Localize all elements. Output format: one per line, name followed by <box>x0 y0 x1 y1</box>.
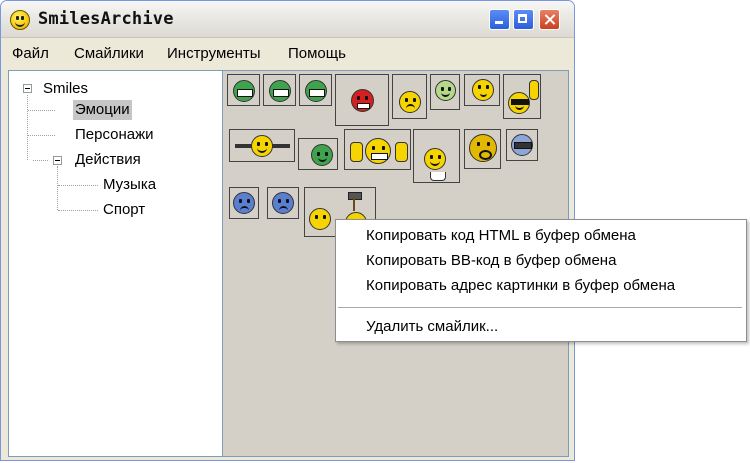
smiley-tile[interactable] <box>464 129 501 169</box>
tree-item-characters[interactable]: Персонажи <box>75 125 154 145</box>
grin-smiley-icon <box>233 80 255 102</box>
sad-smiley-icon <box>272 192 294 214</box>
title-bar[interactable]: SmilesArchive <box>1 1 574 38</box>
tree-item-root[interactable]: Smiles <box>43 79 88 99</box>
tree-line <box>57 166 58 210</box>
ninja-smiley-icon <box>511 134 533 156</box>
smiley-tile[interactable] <box>430 74 460 110</box>
smiley-tile[interactable] <box>229 129 295 162</box>
smiley-tile[interactable] <box>506 129 538 161</box>
menu-help[interactable]: Помощь <box>288 45 346 62</box>
context-menu: Копировать код HTML в буфер обмена Копир… <box>335 219 747 342</box>
minimize-icon[interactable] <box>489 9 510 30</box>
copy-html-code-menu-item[interactable]: Копировать код HTML в буфер обмена <box>366 225 636 247</box>
grin-smiley-icon <box>269 80 291 102</box>
eyeroll-smiley-icon <box>472 79 494 101</box>
cool-smiley-icon <box>508 92 530 114</box>
shocked-smiley-icon <box>469 134 497 162</box>
crying-smiley-icon <box>233 192 255 214</box>
category-tree[interactable]: Smiles Эмоции Персонажи Действия Музыка … <box>8 70 223 457</box>
smiley-tile[interactable] <box>263 74 296 106</box>
tree-line <box>58 210 98 211</box>
tree-line <box>33 160 48 161</box>
tree-item-sport[interactable]: Спорт <box>103 200 145 220</box>
copy-bb-code-menu-item[interactable]: Копировать BB-код в буфер обмена <box>366 250 616 272</box>
hand-gesture-icon <box>529 80 539 100</box>
grin-smiley-icon <box>305 80 327 102</box>
menu-file[interactable]: Файл <box>12 45 49 62</box>
confused-smiley-icon <box>399 91 421 113</box>
tree-item-emotions[interactable]: Эмоции <box>73 100 132 120</box>
smiley-tile[interactable] <box>392 74 427 119</box>
lying-smiley-icon <box>311 144 333 166</box>
delete-smiley-menu-item[interactable]: Удалить смайлик... <box>366 316 498 338</box>
smiley-tile[interactable] <box>503 74 541 119</box>
tree-line <box>28 110 55 111</box>
smiley-tile[interactable] <box>227 74 260 106</box>
hammer-handle-icon <box>353 197 355 211</box>
close-icon[interactable] <box>539 9 560 30</box>
tree-collapse-icon[interactable] <box>53 156 62 165</box>
hammer-smiley-icon <box>309 208 331 230</box>
smiley-tile[interactable] <box>229 187 259 219</box>
hammer-icon <box>348 192 362 200</box>
tree-item-actions[interactable]: Действия <box>75 150 141 170</box>
maximize-icon[interactable] <box>513 9 534 30</box>
smiley-tile[interactable] <box>413 129 460 183</box>
tree-item-music[interactable]: Музыка <box>103 175 156 195</box>
tree-line <box>28 135 55 136</box>
copy-image-url-menu-item[interactable]: Копировать адрес картинки в буфер обмена <box>366 275 675 297</box>
thumb-icon <box>395 142 408 162</box>
smiley-tile[interactable] <box>267 187 299 219</box>
smiley-tile[interactable] <box>344 129 411 170</box>
tree-line <box>58 185 98 186</box>
tree-collapse-icon[interactable] <box>23 84 32 93</box>
smiley-tile[interactable] <box>464 74 500 106</box>
menu-tools[interactable]: Инструменты <box>167 45 261 62</box>
window-title: SmilesArchive <box>38 9 174 29</box>
smiley-tile[interactable] <box>299 74 332 106</box>
walking-smiley-icon <box>424 148 446 170</box>
smiley-tile[interactable] <box>335 74 389 126</box>
menu-smileys[interactable]: Смайлики <box>74 45 144 62</box>
menu-separator <box>338 307 742 308</box>
laughing-smiley-icon <box>251 135 273 157</box>
thumbs-up-smiley-icon <box>365 138 391 164</box>
angry-smiley-icon <box>351 89 374 112</box>
sick-smiley-icon <box>435 80 456 101</box>
thumb-icon <box>350 142 363 162</box>
smiley-tile[interactable] <box>298 138 338 170</box>
smiley-app-icon <box>10 10 30 30</box>
tree-line <box>27 95 28 160</box>
feet-icon <box>430 172 446 181</box>
menu-bar: Файл Смайлики Инструменты Помощь <box>1 38 574 68</box>
